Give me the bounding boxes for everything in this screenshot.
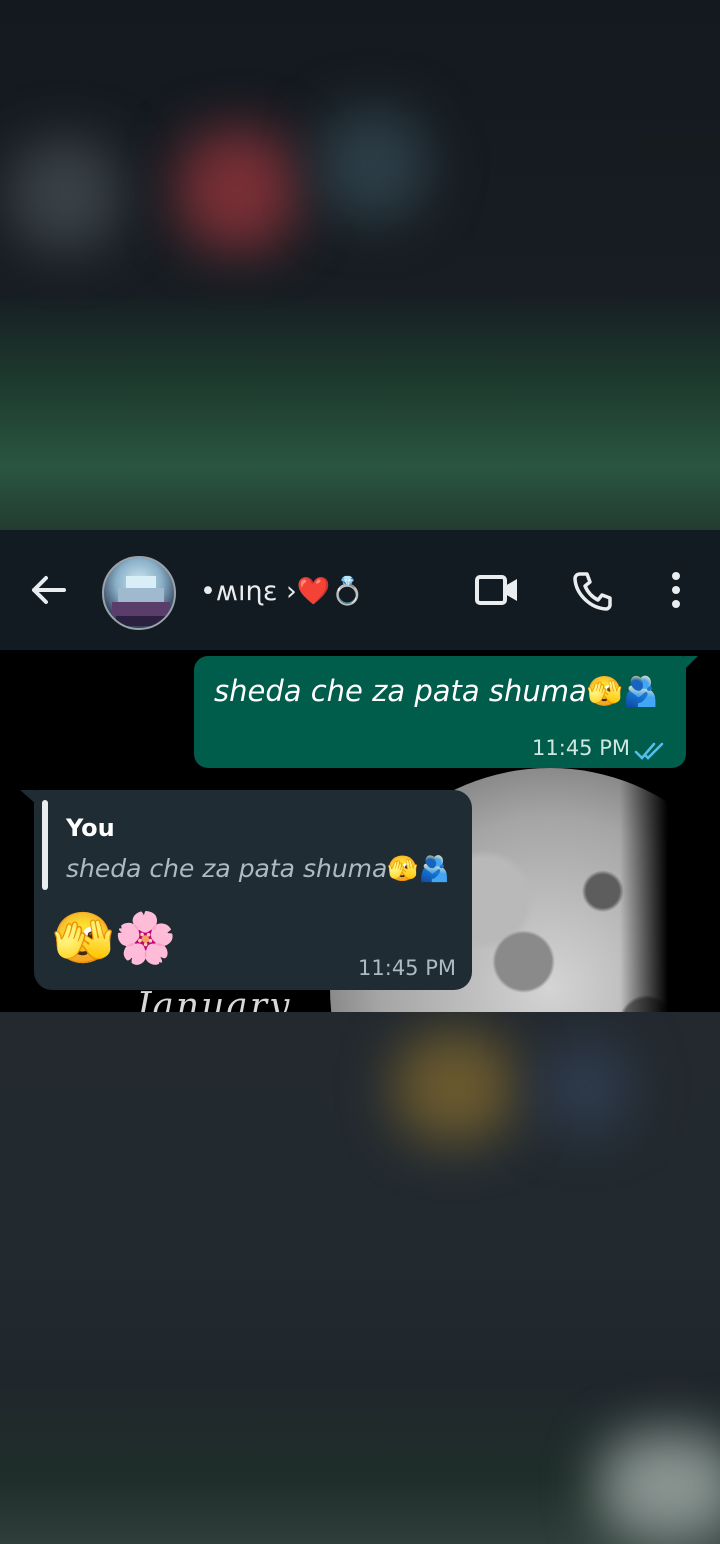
message-text: sheda che za pata shuma🫣🫂 bbox=[214, 674, 659, 708]
chat-area[interactable]: January sheda che za pata shuma🫣🫂 11:45 … bbox=[0, 650, 720, 1012]
quote-author: You bbox=[66, 814, 115, 842]
avatar-image bbox=[112, 576, 170, 626]
blurred-background-bottom bbox=[0, 1012, 720, 1544]
message-time: 11:45 PM bbox=[532, 736, 630, 760]
message-emoji: 🫣🫂 bbox=[586, 674, 659, 708]
outgoing-message[interactable]: sheda che za pata shuma🫣🫂 11:45 PM bbox=[194, 656, 698, 768]
message-time: 11:45 PM bbox=[358, 956, 456, 980]
double-check-icon bbox=[634, 742, 664, 760]
blurred-background-top bbox=[0, 0, 720, 530]
video-call-button[interactable] bbox=[474, 570, 520, 614]
quote-text: sheda che za pata shuma🫣🫂 bbox=[66, 854, 450, 883]
incoming-message[interactable]: You sheda che za pata shuma🫣🫂 🫣🌸 11:45 P… bbox=[20, 790, 472, 990]
voice-call-button[interactable] bbox=[572, 570, 614, 616]
quote-bar bbox=[42, 800, 48, 890]
arrow-left-icon bbox=[32, 576, 66, 604]
chat-header: •ʍıɳɛ ›❤️💍 bbox=[0, 530, 720, 650]
phone-icon bbox=[573, 572, 612, 611]
back-button[interactable] bbox=[28, 574, 68, 606]
avatar[interactable] bbox=[102, 556, 176, 630]
message-emoji: 🫣🌸 bbox=[52, 909, 177, 967]
quoted-reply[interactable]: You sheda che za pata shuma🫣🫂 bbox=[42, 798, 462, 892]
menu-button[interactable] bbox=[664, 570, 688, 614]
video-call-icon bbox=[475, 575, 517, 605]
contact-name[interactable]: •ʍıɳɛ ›❤️💍 bbox=[200, 570, 364, 614]
quote-emoji: 🫣🫂 bbox=[387, 854, 450, 883]
more-vertical-icon bbox=[672, 572, 680, 608]
